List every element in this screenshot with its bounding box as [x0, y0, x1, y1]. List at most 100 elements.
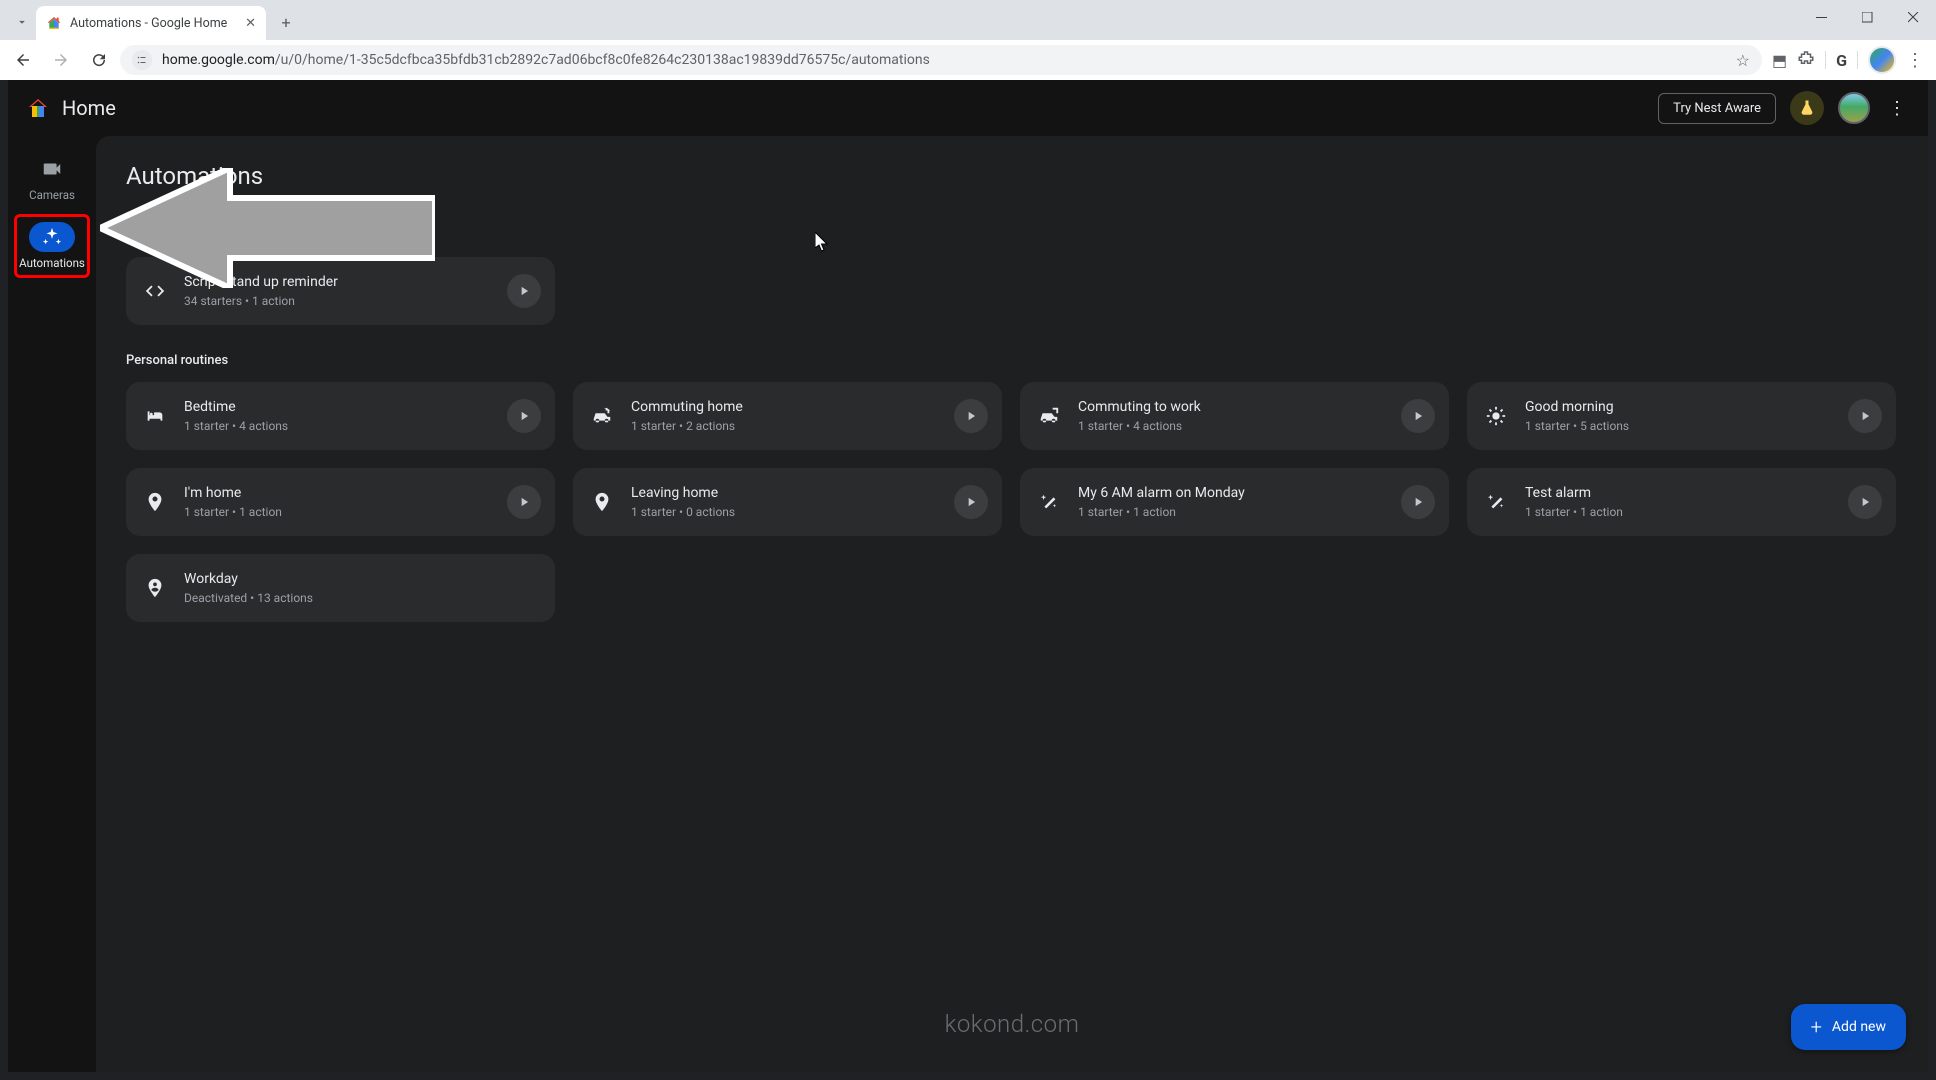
- nav-back-button[interactable]: [6, 43, 40, 77]
- window-close-button[interactable]: [1890, 0, 1936, 34]
- main-content: Automations Household routines Script St…: [96, 136, 1928, 1072]
- routine-card-test-alarm[interactable]: Test alarm 1 starter • 1 action: [1467, 468, 1896, 536]
- wand-icon: [1036, 491, 1062, 513]
- card-title: Leaving home: [631, 485, 938, 502]
- account-avatar[interactable]: [1838, 92, 1870, 124]
- run-routine-button[interactable]: [954, 399, 988, 433]
- page-title: Automations: [126, 162, 1898, 190]
- card-title: Script Stand up reminder: [184, 274, 491, 291]
- card-subtitle: Deactivated • 13 actions: [184, 591, 541, 605]
- card-subtitle: 1 starter • 4 actions: [1078, 419, 1385, 433]
- card-title: Commuting to work: [1078, 399, 1385, 416]
- sidebar-item-label: Automations: [19, 256, 85, 270]
- nav-reload-button[interactable]: [82, 43, 116, 77]
- card-subtitle: 1 starter • 2 actions: [631, 419, 938, 433]
- wand-icon: [1483, 491, 1509, 513]
- google-home-app: Home Try Nest Aware ⋮ Cameras Automation…: [8, 80, 1928, 1072]
- routine-card-bedtime[interactable]: Bedtime 1 starter • 4 actions: [126, 382, 555, 450]
- run-routine-button[interactable]: [954, 485, 988, 519]
- app-menu-button[interactable]: ⋮: [1884, 98, 1910, 119]
- section-household-label: Household routines: [126, 228, 1898, 243]
- favicon-google-home-icon: [46, 15, 62, 31]
- site-info-icon[interactable]: [132, 50, 152, 70]
- run-routine-button[interactable]: [1401, 485, 1435, 519]
- tab-close-icon[interactable]: ✕: [245, 16, 256, 31]
- window-minimize-button[interactable]: [1798, 0, 1844, 34]
- routine-card-good-morning[interactable]: Good morning1 starter • 5 actions: [1467, 382, 1896, 450]
- run-routine-button[interactable]: [507, 274, 541, 308]
- extensions-icon[interactable]: [1797, 49, 1815, 71]
- person-pin-icon: [142, 577, 168, 599]
- watermark-text: kokond.com: [945, 1010, 1080, 1038]
- card-title: Commuting home: [631, 399, 938, 416]
- browser-tab[interactable]: Automations - Google Home ✕: [36, 6, 266, 40]
- card-title: Workday: [184, 571, 541, 588]
- card-title: I'm home: [184, 485, 491, 502]
- app-header: Home Try Nest Aware ⋮: [8, 80, 1928, 136]
- routine-card-commuting-work[interactable]: Commuting to work 1 starter • 4 actions: [1020, 382, 1449, 450]
- try-nest-aware-button[interactable]: Try Nest Aware: [1658, 93, 1776, 124]
- tab-strip: Automations - Google Home ✕ +: [0, 0, 1936, 40]
- add-new-button[interactable]: + Add new: [1791, 1004, 1906, 1050]
- run-routine-button[interactable]: [1848, 485, 1882, 519]
- routine-card-script-standup[interactable]: Script Stand up reminder 34 starters • 1 …: [126, 257, 555, 325]
- card-subtitle: 1 starter • 1 action: [1078, 505, 1385, 519]
- new-tab-button[interactable]: +: [272, 8, 300, 36]
- google-home-logo-icon: [26, 96, 50, 120]
- pin-icon: [589, 491, 615, 513]
- separator: [1825, 51, 1826, 69]
- run-routine-button[interactable]: [1401, 399, 1435, 433]
- routine-card-workday[interactable]: Workday Deactivated • 13 actions: [126, 554, 555, 622]
- url-text: home.google.com/u/0/home/1-35c5dcfbca35b…: [162, 52, 930, 68]
- run-routine-button[interactable]: [1848, 399, 1882, 433]
- app-name: Home: [62, 96, 116, 120]
- window-controls: [1798, 0, 1936, 34]
- routine-card-im-home[interactable]: I'm home 1 starter • 1 action: [126, 468, 555, 536]
- card-subtitle: 34 starters • 1 action: [184, 294, 491, 308]
- sidebar: Cameras Automations: [8, 136, 96, 1072]
- toolbar: home.google.com/u/0/home/1-35c5dcfbca35b…: [0, 40, 1936, 80]
- fab-label: Add new: [1832, 1019, 1886, 1035]
- install-app-icon[interactable]: ⬒: [1772, 51, 1787, 70]
- run-routine-button[interactable]: [507, 399, 541, 433]
- labs-flask-icon[interactable]: [1790, 91, 1824, 125]
- plus-icon: +: [1811, 1015, 1822, 1039]
- car-work-icon: [1036, 405, 1062, 427]
- card-subtitle: 1 starter • 5 actions: [1525, 419, 1832, 433]
- toolbar-right: ⬒ G ⋮: [1766, 46, 1930, 74]
- code-icon: [142, 280, 168, 302]
- card-title: My 6 AM alarm on Monday: [1078, 485, 1385, 502]
- sidebar-item-automations[interactable]: Automations: [16, 216, 88, 276]
- card-subtitle: 1 starter • 4 actions: [184, 419, 491, 433]
- sidebar-item-cameras[interactable]: Cameras: [16, 148, 88, 208]
- card-title: Bedtime: [184, 399, 491, 416]
- camera-icon: [29, 154, 75, 184]
- tab-title: Automations - Google Home: [70, 16, 227, 31]
- card-subtitle: 1 starter • 1 action: [1525, 505, 1832, 519]
- personal-routines-grid: Bedtime 1 starter • 4 actions Commuting h…: [126, 382, 1896, 622]
- bed-icon: [142, 405, 168, 427]
- bookmark-star-icon[interactable]: ☆: [1736, 51, 1750, 70]
- routine-card-6am-alarm[interactable]: My 6 AM alarm on Monday 1 starter • 1 act…: [1020, 468, 1449, 536]
- separator: [1857, 51, 1858, 69]
- google-g-icon[interactable]: G: [1836, 51, 1847, 70]
- tab-search-button[interactable]: [8, 8, 36, 36]
- window-maximize-button[interactable]: [1844, 0, 1890, 34]
- sun-icon: [1483, 405, 1509, 427]
- sidebar-item-label: Cameras: [29, 188, 75, 202]
- run-routine-button[interactable]: [507, 485, 541, 519]
- chrome-menu-button[interactable]: ⋮: [1906, 50, 1924, 71]
- sparkle-icon: [29, 222, 75, 252]
- routine-card-leaving-home[interactable]: Leaving home 1 starter • 0 actions: [573, 468, 1002, 536]
- card-title: Test alarm: [1525, 485, 1832, 502]
- address-bar[interactable]: home.google.com/u/0/home/1-35c5dcfbca35b…: [120, 45, 1762, 75]
- card-subtitle: 1 starter • 1 action: [184, 505, 491, 519]
- profile-avatar-button[interactable]: [1868, 46, 1896, 74]
- browser-chrome: Automations - Google Home ✕ + home.googl…: [0, 0, 1936, 80]
- household-routines-grid: Script Stand up reminder 34 starters • 1 …: [126, 257, 1896, 325]
- card-subtitle: 1 starter • 0 actions: [631, 505, 938, 519]
- routine-card-commuting-home[interactable]: Commuting home 1 starter • 2 actions: [573, 382, 1002, 450]
- pin-icon: [142, 491, 168, 513]
- section-personal-label: Personal routines: [126, 353, 1898, 368]
- nav-forward-button[interactable]: [44, 43, 78, 77]
